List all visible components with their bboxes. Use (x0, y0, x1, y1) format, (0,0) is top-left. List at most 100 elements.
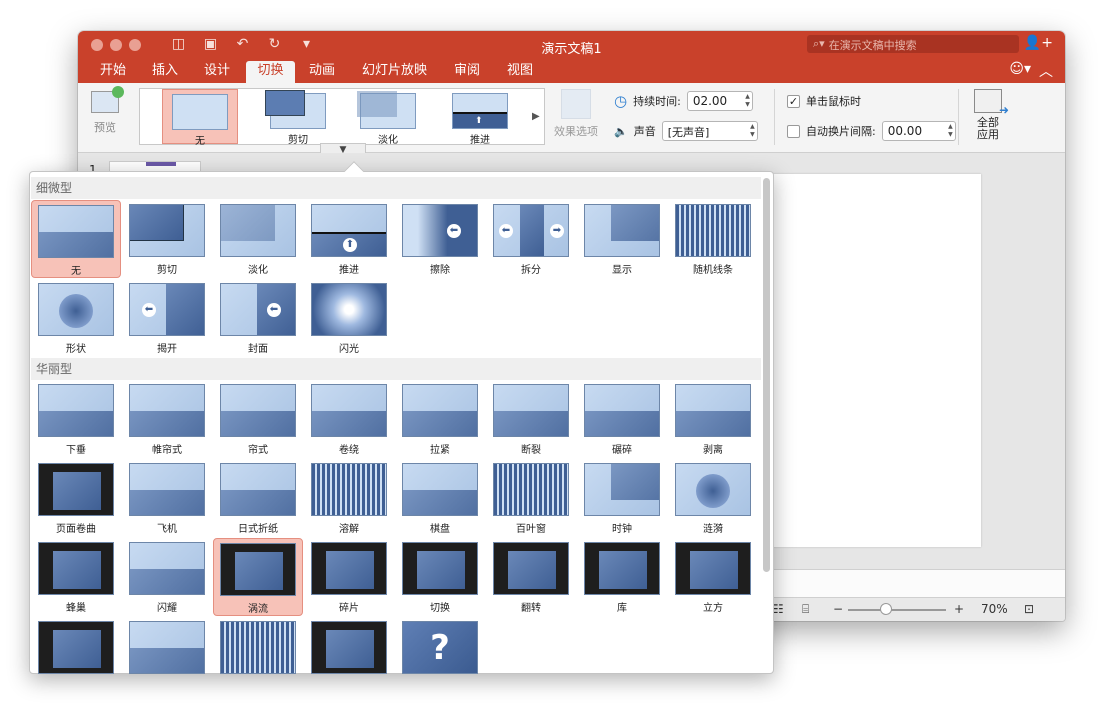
transition-thumbnail (311, 283, 387, 336)
exciting-transition-15[interactable]: 涟漪 (668, 459, 758, 537)
exciting-transition-22[interactable]: 库 (577, 538, 667, 616)
subtle-transition-9[interactable]: ⬅ 揭开 (122, 279, 212, 357)
transition-label: 碾碎 (612, 445, 632, 456)
collapse-ribbon-icon[interactable]: ︿ (1039, 61, 1053, 81)
exciting-transition-19[interactable]: 碎片 (304, 538, 394, 616)
subtle-transition-4[interactable]: ⬅ 擦除 (395, 200, 485, 278)
exciting-transition-23[interactable]: 立方 (668, 538, 758, 616)
exciting-transition-9[interactable]: 飞机 (122, 459, 212, 537)
section-subtle-heading: 细微型 (31, 177, 761, 199)
transition-thumbnail (675, 542, 751, 595)
apply-all-label-2: 应用 (977, 128, 999, 141)
exciting-transition-17[interactable]: 闪耀 (122, 538, 212, 616)
subtle-transition-5[interactable]: ⬅ ➡ 拆分 (486, 200, 576, 278)
tab-animations[interactable]: 动画 (303, 61, 341, 83)
exciting-transition-21[interactable]: 翻转 (486, 538, 576, 616)
subtle-transition-1[interactable]: 剪切 (122, 200, 212, 278)
exciting-transition-24[interactable] (31, 617, 121, 695)
panel-scrollbar[interactable] (763, 178, 770, 572)
auto-after-checkbox[interactable] (787, 124, 800, 138)
tab-slideshow[interactable]: 幻灯片放映 (356, 61, 433, 83)
exciting-transition-1[interactable]: 帷帘式 (122, 380, 212, 458)
auto-after-stepper[interactable]: ▲ ▼ (948, 123, 953, 139)
fit-to-window-icon[interactable]: ⊡ (1024, 602, 1034, 616)
exciting-transition-26[interactable] (213, 617, 303, 695)
slide-sorter-icon[interactable]: ☷ (773, 602, 784, 616)
exciting-transition-5[interactable]: 断裂 (486, 380, 576, 458)
exciting-transition-3[interactable]: 卷绕 (304, 380, 394, 458)
tab-design[interactable]: 设计 (198, 61, 236, 83)
transition-thumbnail (311, 463, 387, 516)
transition-thumbnail: ⬅ (129, 283, 205, 336)
subtle-transition-10[interactable]: ⬅ 封面 (213, 279, 303, 357)
exciting-transition-16[interactable]: 蜂巢 (31, 538, 121, 616)
tab-review[interactable]: 审阅 (448, 61, 486, 83)
exciting-transition-14[interactable]: 时钟 (577, 459, 667, 537)
exciting-transition-4[interactable]: 拉紧 (395, 380, 485, 458)
zoom-out-icon[interactable]: − (833, 602, 843, 616)
transition-label: 揭开 (157, 344, 177, 355)
exciting-transition-13[interactable]: 百叶窗 (486, 459, 576, 537)
subtle-transition-7[interactable]: 随机线条 (668, 200, 758, 278)
transition-thumbnail (220, 621, 296, 674)
exciting-transition-20[interactable]: 切换 (395, 538, 485, 616)
on-click-checkbox[interactable]: ✓ (787, 94, 800, 108)
effect-options-button[interactable]: 效果选项 (552, 89, 600, 139)
exciting-transition-2[interactable]: 帘式 (213, 380, 303, 458)
auto-after-field[interactable]: 00.00 ▲ ▼ (881, 121, 956, 141)
apply-to-all-button[interactable]: 全部 应用 (968, 89, 1009, 141)
transition-dropdown-panel: 细微型 无剪切 淡化 ⬆ 推进 ⬅ 擦除 ⬅ ➡ 拆分 显示 随机线条 形状 ⬅ 揭开 ⬅ 封面 闪光 华丽型 … (29, 161, 774, 674)
transition-label: 推进 (339, 265, 359, 276)
search-input[interactable]: ⌕▾ 在演示文稿中搜索 (807, 35, 1019, 53)
exciting-transition-18[interactable]: 涡流 (213, 538, 303, 616)
slide-canvas[interactable] (747, 174, 981, 547)
gallery-item-cut[interactable]: 剪切 (260, 89, 336, 146)
exciting-transition-10[interactable]: 日式折纸 (213, 459, 303, 537)
transition-label: 形状 (66, 344, 86, 355)
smiley-feedback-icon[interactable]: ☺▾ (1009, 61, 1031, 81)
effect-options-label: 效果选项 (554, 125, 598, 138)
tab-view[interactable]: 视图 (501, 61, 539, 83)
exciting-transition-28[interactable]: ? (395, 617, 485, 695)
transition-thumbnail (402, 463, 478, 516)
subtle-transition-2[interactable]: 淡化 (213, 200, 303, 278)
preview-button[interactable]: 预览 (88, 86, 124, 135)
title-bar: ◫ ▣ ↶ ↻ ▾ 演示文稿1 ⌕▾ 在演示文稿中搜索 👤+ (78, 31, 1065, 58)
share-icon[interactable]: 👤+ (1024, 35, 1053, 51)
exciting-transition-8[interactable]: 页面卷曲 (31, 459, 121, 537)
duration-stepper[interactable]: ▲ ▼ (745, 93, 750, 109)
duration-field[interactable]: 02.00 ▲ ▼ (686, 91, 753, 111)
subtle-transition-3[interactable]: ⬆ 推进 (304, 200, 394, 278)
tab-insert[interactable]: 插入 (146, 61, 184, 83)
exciting-transition-7[interactable]: 剥离 (668, 380, 758, 458)
exciting-transition-12[interactable]: 棋盘 (395, 459, 485, 537)
exciting-transition-27[interactable] (304, 617, 394, 695)
transition-label: 封面 (248, 344, 268, 355)
tab-home[interactable]: 开始 (94, 61, 132, 83)
tab-transitions[interactable]: 切换 (246, 61, 295, 83)
transition-thumbnail (493, 384, 569, 437)
zoom-slider[interactable] (848, 609, 946, 611)
exciting-transition-6[interactable]: 碾碎 (577, 380, 667, 458)
presenter-view-icon[interactable]: ⌸ (802, 602, 809, 617)
gallery-item-none[interactable]: 无 (162, 89, 238, 147)
gallery-item-push[interactable]: ⬆ 推进 (442, 89, 518, 146)
sound-label: 声音 (633, 125, 656, 138)
zoom-level: 70% (981, 602, 1008, 616)
exciting-transition-0[interactable]: 下垂 (31, 380, 121, 458)
subtle-transition-6[interactable]: 显示 (577, 200, 667, 278)
subtle-transition-8[interactable]: 形状 (31, 279, 121, 357)
exciting-transition-25[interactable] (122, 617, 212, 695)
subtle-transition-11[interactable]: 闪光 (304, 279, 394, 357)
transition-label: 翻转 (521, 603, 541, 614)
transition-label: 下垂 (66, 445, 86, 456)
transition-label: 页面卷曲 (56, 524, 96, 535)
zoom-slider-knob[interactable] (880, 603, 892, 615)
gallery-next-arrow-icon[interactable]: ▶ (532, 111, 540, 122)
transition-label: 擦除 (430, 265, 450, 276)
subtle-transition-0[interactable]: 无 (31, 200, 121, 278)
gallery-item-fade[interactable]: 淡化 (350, 89, 426, 146)
zoom-in-icon[interactable]: + (954, 602, 964, 616)
exciting-transition-11[interactable]: 溶解 (304, 459, 394, 537)
sound-select[interactable]: [无声音] ▲ ▼ (661, 121, 758, 141)
